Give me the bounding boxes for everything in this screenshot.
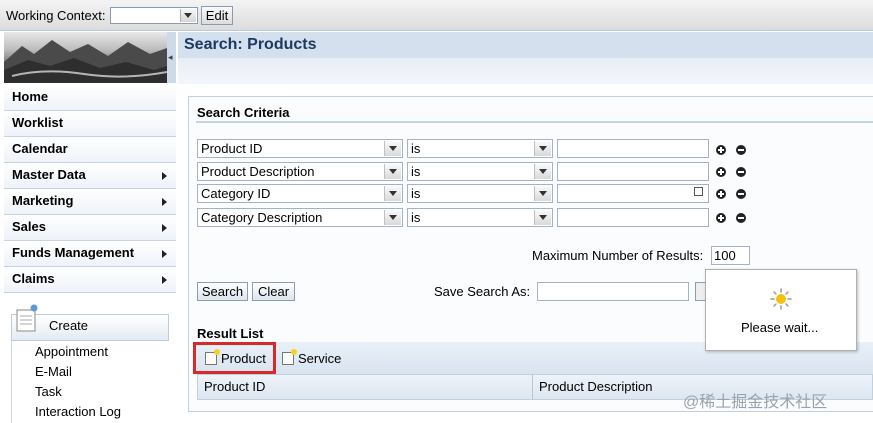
max-results-label: Maximum Number of Results: [532,248,704,263]
chevron-right-icon [162,250,167,258]
navigation-bar: Home Worklist Calendar Master Data Marke… [4,85,176,293]
highlight-box [193,342,276,374]
remove-row-icon[interactable] [736,167,746,177]
banner-image [4,32,167,83]
nav-item-label: Calendar [12,141,68,156]
clear-button[interactable]: Clear [252,282,295,301]
add-row-icon[interactable] [716,145,726,155]
nav-item-funds-management[interactable]: Funds Management [4,241,176,267]
criteria-field-value: Product Description [201,164,315,179]
criteria-field-select[interactable]: Category ID [197,184,403,203]
chevron-right-icon [162,172,167,180]
chevron-down-icon[interactable] [534,164,551,179]
criteria-operator-select[interactable]: is [407,162,553,181]
criteria-operator-select[interactable]: is [407,184,553,203]
save-search-label: Save Search As: [434,284,531,299]
nav-item-marketing[interactable]: Marketing [4,189,176,215]
search-criteria-title: Search Criteria [197,105,290,120]
create-label: Create [49,318,89,333]
add-row-icon[interactable] [716,189,726,199]
new-service-label: Service [298,351,342,366]
remove-row-icon[interactable] [736,145,746,155]
watermark: @稀土掘金技术社区 [683,394,828,411]
chevron-down-icon[interactable] [534,141,551,156]
nav-item-label: Sales [12,219,46,234]
nav-item-master-data[interactable]: Master Data [4,163,176,189]
remove-row-icon[interactable] [736,189,746,199]
criteria-operator-select[interactable]: is [407,139,553,158]
nav-item-label: Claims [12,271,55,286]
loading-spinner-icon [770,288,792,310]
chevron-right-icon [162,276,167,284]
criteria-operator-value: is [411,141,421,156]
nav-item-label: Funds Management [12,245,135,260]
criteria-value-input[interactable] [557,184,709,203]
criteria-operator-value: is [411,164,421,179]
chevron-down-icon[interactable] [384,186,401,201]
criteria-field-value: Product ID [201,141,263,156]
add-row-icon[interactable] [716,167,726,177]
save-search-input[interactable] [537,282,689,301]
chevron-right-icon [162,224,167,232]
page-toolbar [178,58,873,84]
chevron-right-icon [162,198,167,206]
chevron-down-icon[interactable] [180,9,196,22]
criteria-operator-value: is [411,210,421,225]
column-divider[interactable] [532,374,533,400]
remove-row-icon[interactable] [736,213,746,223]
please-wait-popup [705,269,857,351]
criteria-field-select[interactable]: Product Description [197,162,403,181]
nav-item-label: Home [12,89,49,104]
chevron-down-icon[interactable] [534,186,551,201]
criteria-field-select[interactable]: Category Description [197,208,403,227]
working-context-label: Working Context: [6,8,106,23]
max-results-input[interactable]: 100 [711,246,750,265]
create-appointment-link[interactable]: Appointment [35,344,108,359]
nav-item-sales[interactable]: Sales [4,215,176,241]
nav-collapse-handle[interactable]: ◂ [167,32,176,83]
value-help-icon[interactable] [692,187,703,198]
nav-item-worklist[interactable]: Worklist [4,111,176,137]
search-button[interactable]: Search [197,282,248,301]
create-email-link[interactable]: E-Mail [35,364,72,379]
criteria-value-input[interactable] [557,139,709,158]
criteria-value-input[interactable] [557,162,709,181]
criteria-field-value: Category Description [201,210,323,225]
criteria-operator-value: is [411,186,421,201]
new-document-icon [282,349,297,365]
edit-button[interactable]: Edit [201,6,233,25]
chevron-down-icon[interactable] [384,210,401,225]
add-row-icon[interactable] [716,213,726,223]
column-header-product-description[interactable]: Product Description [539,379,652,394]
nav-item-label: Master Data [12,167,86,182]
criteria-field-select[interactable]: Product ID [197,139,403,158]
working-context-select[interactable] [110,7,198,24]
new-service-button[interactable]: Service [278,348,348,368]
nav-item-label: Marketing [12,193,74,208]
chevron-left-icon: ◂ [168,52,173,62]
chevron-down-icon[interactable] [384,141,401,156]
column-header-product-id[interactable]: Product ID [204,379,265,394]
nav-item-home[interactable]: Home [4,85,176,111]
nav-item-claims[interactable]: Claims [4,267,176,293]
page-title: Search: Products [184,36,317,53]
please-wait-text: Please wait... [741,320,819,335]
create-task-link[interactable]: Task [35,384,62,399]
criteria-field-value: Category ID [201,186,271,201]
chevron-down-icon[interactable] [534,210,551,225]
create-interaction-log-link[interactable]: Interaction Log [35,404,121,419]
chevron-down-icon[interactable] [384,164,401,179]
nav-item-calendar[interactable]: Calendar [4,137,176,163]
criteria-value-input[interactable] [557,208,709,227]
result-list-title: Result List [197,326,264,341]
nav-item-label: Worklist [12,115,64,130]
new-document-icon [16,304,38,332]
criteria-operator-select[interactable]: is [407,208,553,227]
section-divider [196,121,873,123]
